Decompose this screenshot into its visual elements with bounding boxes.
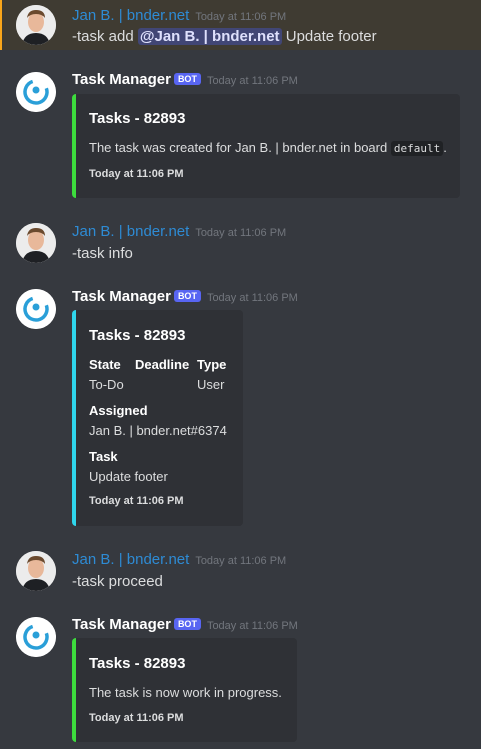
author-name[interactable]: Task Manager <box>72 71 171 88</box>
author-line: Jan B. | bnder.net Today at 11:06 PM <box>72 223 286 240</box>
author-name[interactable]: Task Manager <box>72 288 171 305</box>
embed-desc-text: The task was created for Jan B. | bnder.… <box>89 140 391 155</box>
message-2: Task Manager BOT Today at 11:06 PM Tasks -… <box>0 68 481 208</box>
embed-description: The task is now work in progress. <box>89 685 282 700</box>
embed: Tasks - 82893 The task was created for J… <box>72 94 460 198</box>
author-name[interactable]: Task Manager <box>72 616 171 633</box>
user-avatar[interactable] <box>16 223 56 263</box>
timestamp[interactable]: Today at 11:06 PM <box>195 227 286 239</box>
bot-badge: BOT <box>173 290 201 302</box>
author-name[interactable]: Jan B. | bnder.net <box>72 7 189 24</box>
message-text: -task proceed <box>72 573 163 590</box>
message-6: Task Manager BOT Today at 11:06 PM Tasks -… <box>0 613 481 749</box>
timestamp[interactable]: Today at 11:06 PM <box>195 555 286 567</box>
message-4: Task Manager BOT Today at 11:06 PM Tasks -… <box>0 285 481 530</box>
user-avatar[interactable] <box>16 5 56 45</box>
author-line: Jan B. | bnder.net Today at 11:06 PM <box>72 551 286 568</box>
bot-badge: BOT <box>173 618 201 630</box>
embed-footer: Today at 11:06 PM <box>89 712 184 724</box>
user-mention[interactable]: @Jan B. | bnder.net <box>137 28 282 45</box>
embed: Tasks - 82893 The task is now work in pr… <box>72 638 297 742</box>
bot-avatar[interactable] <box>16 72 56 112</box>
bot-badge: BOT <box>173 73 201 85</box>
embed-footer: Today at 11:06 PM <box>89 168 184 180</box>
embed-title: Tasks - 82893 <box>89 655 186 672</box>
embed-title: Tasks - 82893 <box>89 110 186 127</box>
timestamp[interactable]: Today at 11:06 PM <box>207 620 298 632</box>
author-name[interactable]: Jan B. | bnder.net <box>72 551 189 568</box>
field-state-value: To-Do <box>89 377 124 392</box>
field-assigned-value: Jan B. | bnder.net#6374 <box>89 423 227 438</box>
field-deadline-name: Deadline <box>135 357 190 372</box>
message-text: -task info <box>72 245 133 262</box>
embed-title: Tasks - 82893 <box>89 327 186 344</box>
author-line: Task Manager BOT Today at 11:06 PM <box>72 71 298 88</box>
embed-footer: Today at 11:06 PM <box>89 495 184 507</box>
embed-description: The task was created for Jan B. | bnder.… <box>89 140 447 156</box>
timestamp[interactable]: Today at 11:06 PM <box>207 75 298 87</box>
message-5: Jan B. | bnder.net Today at 11:06 PM -tas… <box>0 548 481 598</box>
inline-code: default <box>390 141 444 156</box>
message-1: Jan B. | bnder.net Today at 11:06 PM -tas… <box>0 0 481 50</box>
field-task-value: Update footer <box>89 469 168 484</box>
field-state-name: State <box>89 357 121 372</box>
field-assigned-name: Assigned <box>89 403 148 418</box>
message-text-suffix: Update footer <box>281 28 377 45</box>
timestamp[interactable]: Today at 11:06 PM <box>207 292 298 304</box>
author-line: Task Manager BOT Today at 11:06 PM <box>72 288 298 305</box>
bot-avatar[interactable] <box>16 617 56 657</box>
embed-desc-suffix: . <box>443 140 447 155</box>
field-type-value: User <box>197 377 225 392</box>
message-3: Jan B. | bnder.net Today at 11:06 PM -tas… <box>0 220 481 270</box>
author-name[interactable]: Jan B. | bnder.net <box>72 223 189 240</box>
user-avatar[interactable] <box>16 551 56 591</box>
embed: Tasks - 82893 State Deadline Type To-Do … <box>72 310 243 526</box>
timestamp[interactable]: Today at 11:06 PM <box>195 11 286 23</box>
field-task-name: Task <box>89 449 118 464</box>
bot-avatar[interactable] <box>16 289 56 329</box>
author-line: Task Manager BOT Today at 11:06 PM <box>72 616 298 633</box>
field-type-name: Type <box>197 357 227 372</box>
message-text-prefix: -task add <box>72 28 138 45</box>
author-line: Jan B. | bnder.net Today at 11:06 PM <box>72 7 286 24</box>
message-text: -task add @Jan B. | bnder.net Update foo… <box>72 28 377 45</box>
